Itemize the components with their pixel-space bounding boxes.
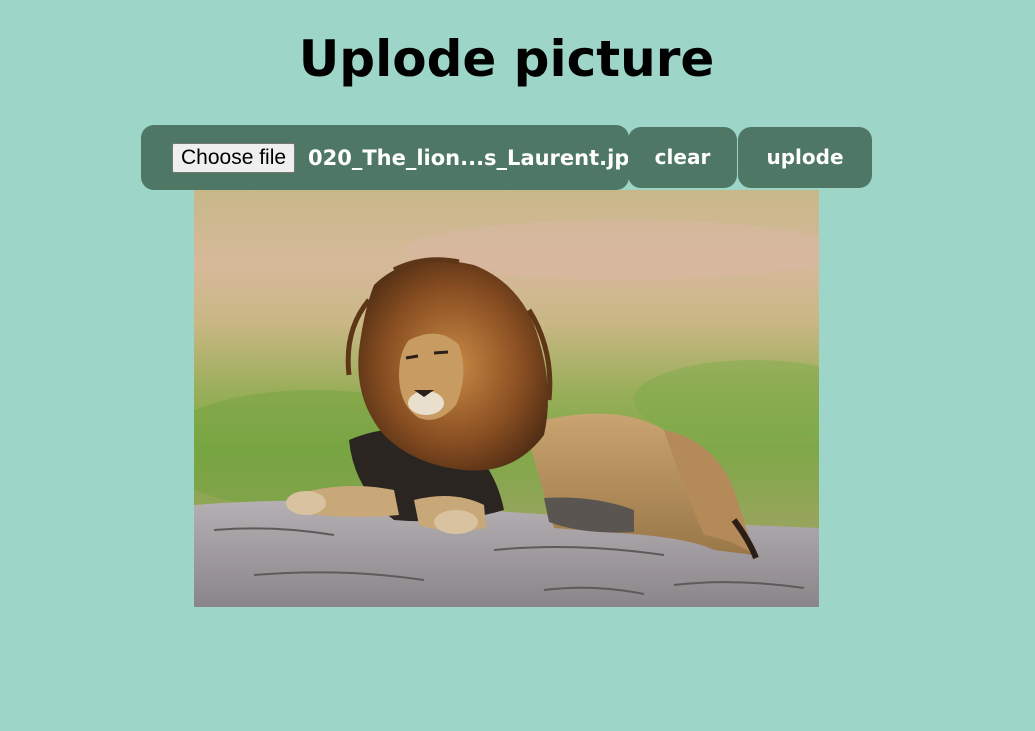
page-title: Uplode picture (298, 30, 715, 88)
image-preview (194, 190, 819, 607)
upload-button[interactable]: uplode (738, 127, 872, 188)
upload-page: Uplode picture Choose file 020_The_lion.… (0, 0, 1035, 731)
choose-file-button[interactable]: Choose file (172, 143, 296, 173)
lion-photo (194, 190, 819, 607)
clear-button[interactable]: clear (628, 127, 737, 188)
selected-file-name: 020_The_lion...s_Laurent.jpg (308, 146, 645, 170)
file-input-container[interactable]: Choose file 020_The_lion...s_Laurent.jpg (141, 125, 644, 190)
